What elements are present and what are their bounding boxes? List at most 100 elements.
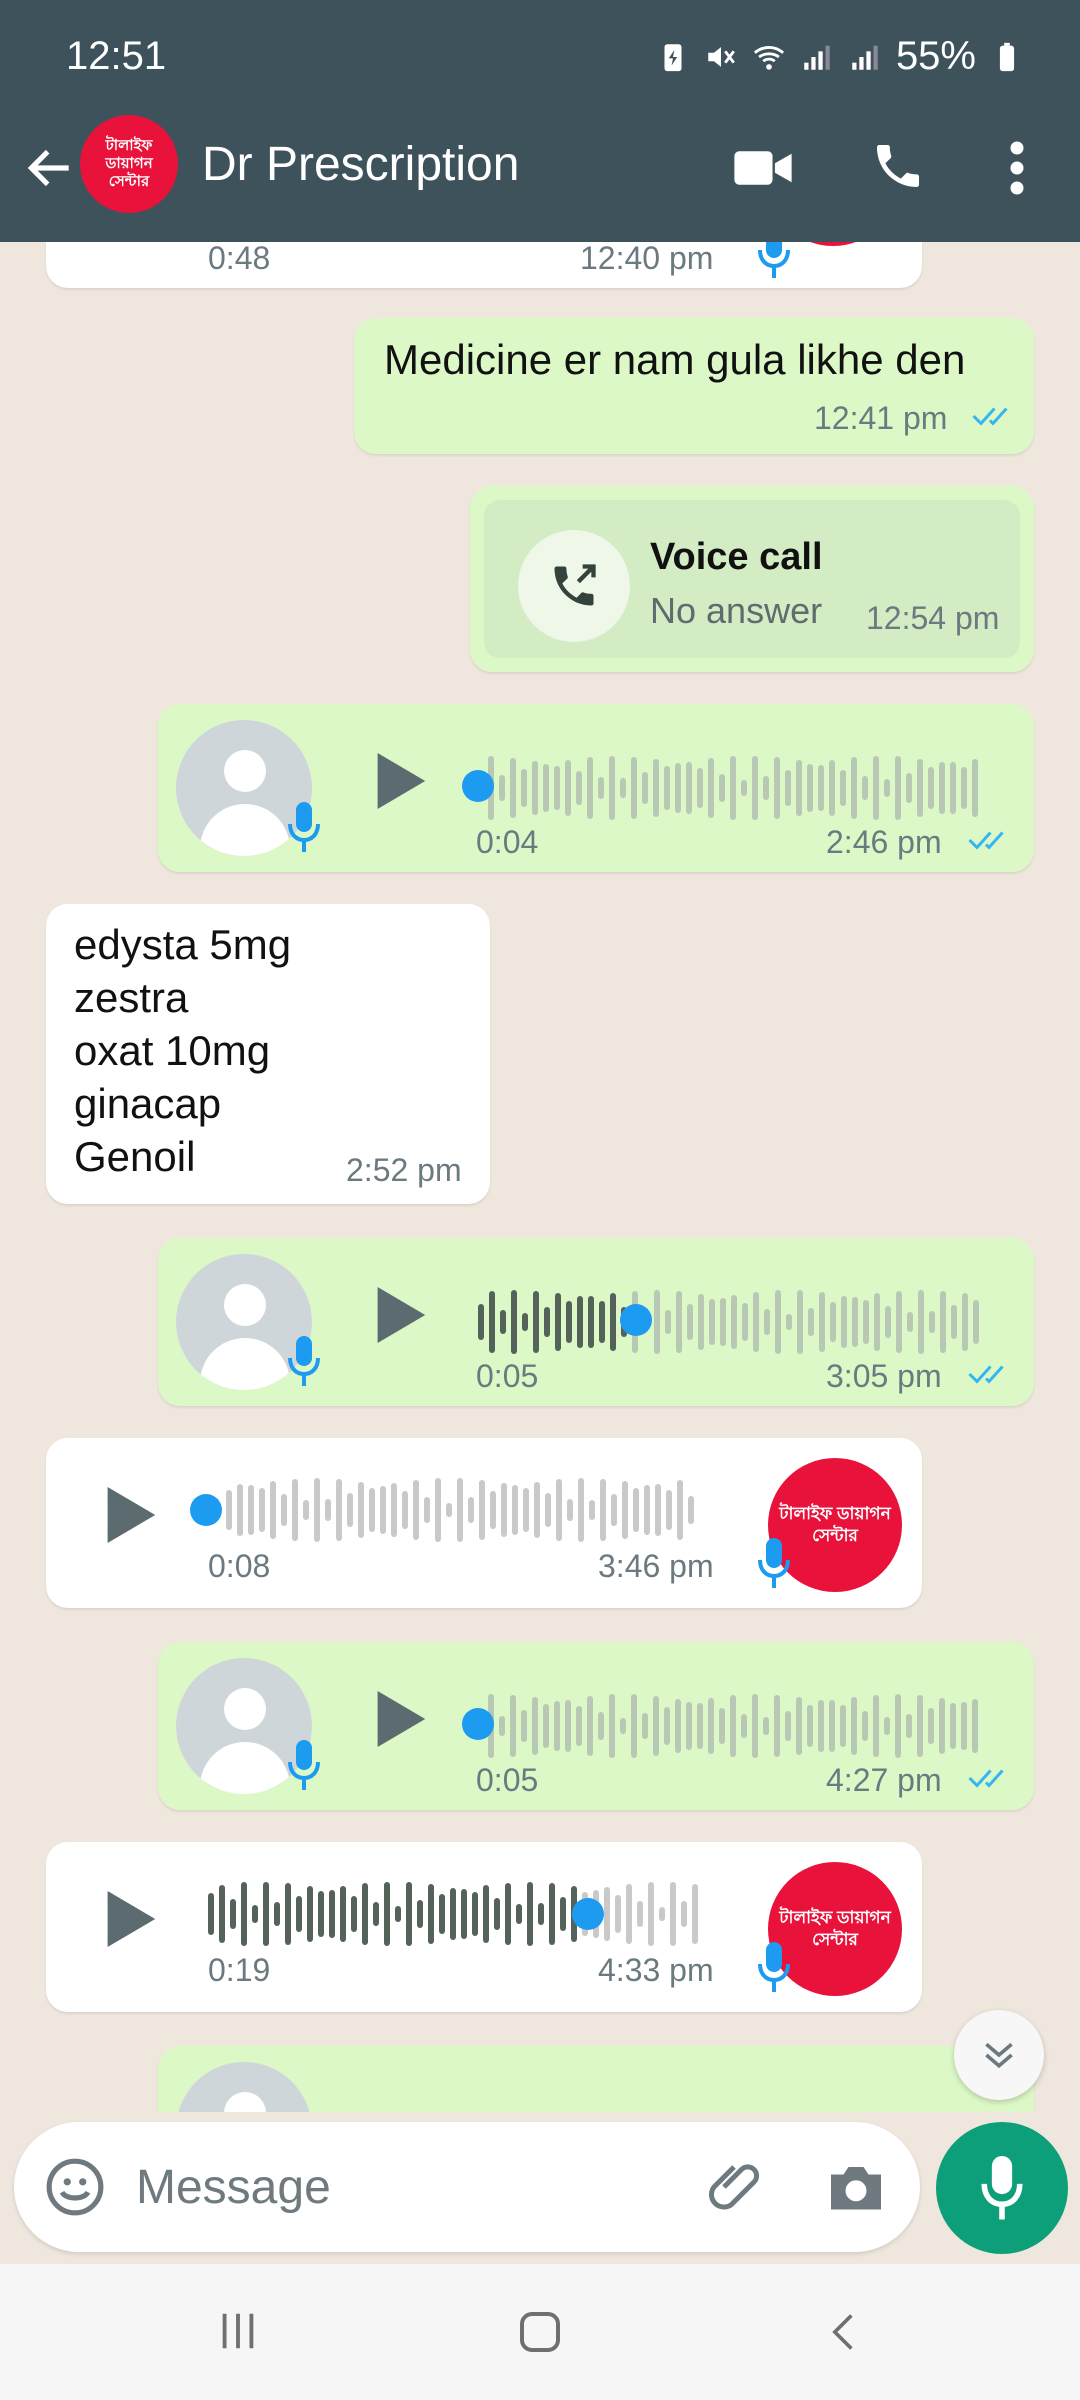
waveform-bar: [380, 1485, 386, 1535]
waveform-bar: [565, 1699, 571, 1753]
waveform-bar: [472, 1892, 478, 1936]
status-icons: 55%: [656, 34, 1024, 79]
home-icon[interactable]: [516, 2308, 564, 2356]
waveform-bar: [675, 762, 681, 814]
scroll-down-icon: [985, 2042, 1013, 2069]
call-card[interactable]: Voice call No answer 12:54 pm: [484, 500, 1020, 658]
back-nav-icon[interactable]: [822, 2308, 866, 2356]
message-time: 3:46 pm: [598, 1548, 714, 1584]
waveform-bar: [543, 763, 549, 813]
waveform-bar: [940, 1290, 946, 1354]
contact-avatar[interactable]: টালাইফ ডায়াগন সেন্টার: [80, 115, 178, 213]
play-icon[interactable]: [372, 1284, 428, 1346]
waveform-bar: [534, 1481, 540, 1539]
message-time: 4:27 pm: [826, 1762, 942, 1798]
play-icon[interactable]: [372, 1688, 428, 1750]
waveform[interactable]: [226, 1470, 706, 1550]
default-avatar-icon: [176, 2062, 312, 2112]
waveform-bar: [468, 1496, 474, 1524]
waveform-bar: [929, 1311, 935, 1333]
waveform-bar: [708, 1697, 714, 1755]
waveform[interactable]: [208, 1874, 708, 1954]
phone-icon[interactable]: [870, 138, 926, 194]
battery-saver-icon: [664, 43, 682, 71]
waveform-bar: [741, 1714, 747, 1738]
waveform-bar: [499, 1716, 505, 1736]
message-text: edysta 5mg zestra oxat 10mg ginacap Geno…: [74, 918, 291, 1183]
waveform-bar: [336, 1478, 342, 1542]
waveform-bar: [544, 1306, 550, 1338]
waveform-bar: [829, 760, 835, 816]
waveform-bar: [841, 1295, 847, 1349]
waveform-bar: [709, 1298, 715, 1346]
waveform[interactable]: [478, 1282, 988, 1362]
play-icon[interactable]: [372, 750, 428, 812]
waveform-bar: [252, 1905, 258, 1923]
playhead[interactable]: [462, 1708, 494, 1740]
playhead[interactable]: [620, 1304, 652, 1336]
waveform-bar: [615, 1894, 621, 1934]
waveform-bar: [818, 764, 824, 812]
waveform-bar: [774, 1694, 780, 1758]
waveform-bar: [862, 1710, 868, 1742]
waveform-bar: [852, 1296, 858, 1348]
call-icon-circle: [518, 530, 630, 642]
waveform-bar: [516, 1904, 522, 1924]
camera-icon[interactable]: [826, 2158, 886, 2216]
waveform[interactable]: [488, 1686, 988, 1766]
mic-icon: [758, 242, 790, 278]
message-line: zestra: [74, 974, 189, 1021]
playhead[interactable]: [190, 1494, 222, 1526]
waveform-bar: [731, 1294, 737, 1350]
call-status: No answer: [650, 590, 823, 631]
waveform-bar: [666, 1489, 672, 1531]
outgoing-call-icon: [554, 564, 596, 606]
play-icon[interactable]: [102, 1888, 158, 1950]
waveform-bar: [510, 1694, 516, 1758]
waveform-bar: [688, 1495, 694, 1525]
waveform-bar: [576, 771, 582, 805]
waveform-bar: [918, 1290, 924, 1354]
waveform-bar: [917, 758, 923, 818]
waveform-bar: [609, 756, 615, 820]
mic-icon: [288, 1740, 320, 1790]
waveform-bar: [384, 1882, 390, 1946]
waveform-bar: [494, 1898, 500, 1930]
waveform[interactable]: [488, 748, 988, 828]
chat-area[interactable]: 0:48 12:40 pm Medicine er nam gula likhe…: [0, 242, 1080, 2112]
waveform-bar: [402, 1490, 408, 1530]
waveform-bar: [483, 1885, 489, 1943]
battery-percent: 55%: [895, 34, 976, 78]
waveform-bar: [895, 756, 901, 820]
playhead[interactable]: [572, 1898, 604, 1930]
waveform-bar: [692, 1883, 698, 1945]
waveform-bar: [741, 779, 747, 797]
video-call-icon[interactable]: [732, 140, 794, 196]
play-icon[interactable]: [102, 1484, 158, 1546]
message-input[interactable]: Message: [136, 2160, 331, 2215]
app-bar: টালাইফ ডায়াগন সেন্টার Dr Prescription: [0, 110, 1080, 242]
waveform-bar: [730, 1695, 736, 1757]
emoji-icon[interactable]: [44, 2156, 106, 2218]
attach-icon[interactable]: [704, 2156, 764, 2218]
message-time: 12:54 pm: [866, 600, 1000, 636]
playhead[interactable]: [462, 770, 494, 802]
voice-duration: 0:04: [476, 824, 539, 860]
back-arrow-icon[interactable]: [22, 140, 78, 196]
waveform-bar: [457, 1478, 463, 1542]
more-vert-icon[interactable]: [1002, 138, 1032, 198]
waveform-bar: [565, 759, 571, 817]
scroll-down-button[interactable]: [954, 2010, 1044, 2100]
waveform-bar: [620, 778, 626, 798]
waveform-bar: [654, 1290, 660, 1354]
message-time: 3:05 pm: [826, 1358, 942, 1394]
voice-message-outgoing: 0:05 3:05 pm: [158, 1238, 1034, 1406]
contact-name[interactable]: Dr Prescription: [202, 137, 519, 192]
waveform-bar: [545, 1493, 551, 1527]
voice-record-button[interactable]: [936, 2122, 1068, 2254]
waveform-bar: [435, 1478, 441, 1542]
waveform-bar: [577, 1296, 583, 1348]
waveform-bar: [830, 1301, 836, 1343]
waveform-bar: [241, 1882, 247, 1946]
recent-apps-icon[interactable]: [214, 2308, 262, 2354]
